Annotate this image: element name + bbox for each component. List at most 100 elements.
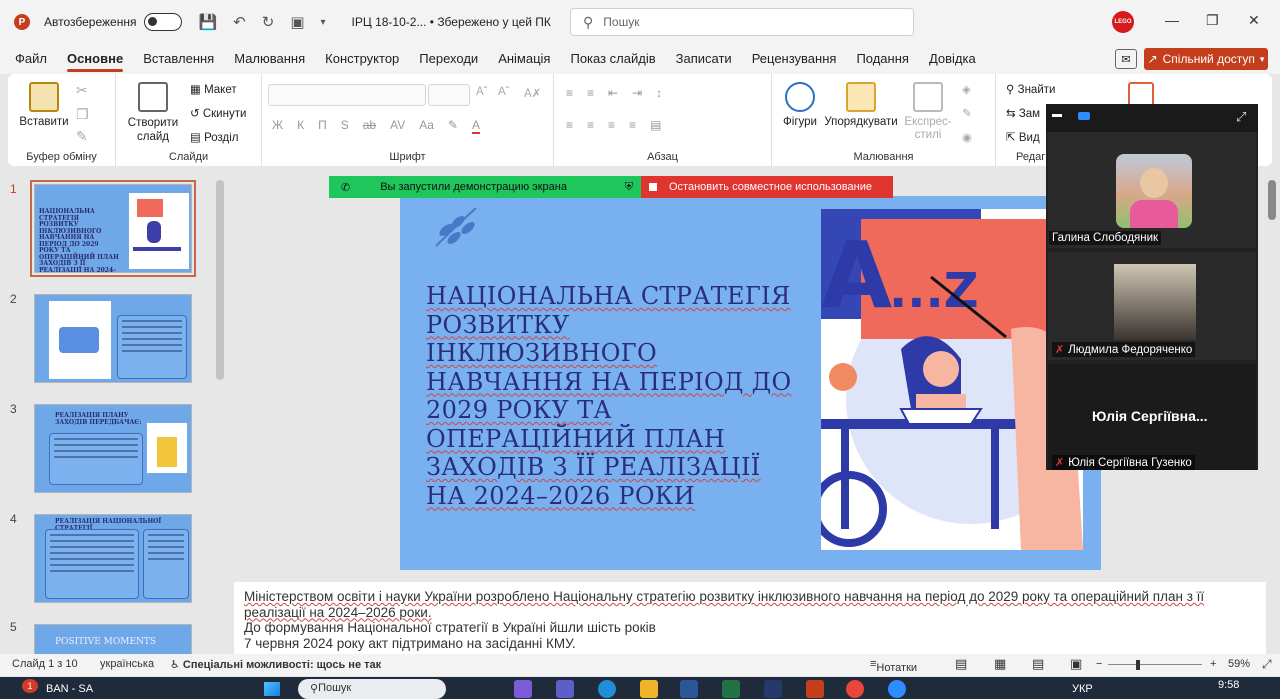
share-button[interactable]: ↗ Спільний доступ ▾ [1144, 48, 1268, 70]
teams-icon[interactable] [556, 680, 574, 698]
video-view-icon[interactable] [1078, 112, 1090, 120]
slideshow-icon[interactable]: ▣ [1070, 656, 1082, 672]
highlight-icon[interactable]: ✎ [448, 118, 458, 134]
language-indicator[interactable]: українська [100, 658, 154, 670]
minimize-icon[interactable]: — [1165, 12, 1179, 28]
clock-time[interactable]: 9:58 [1218, 679, 1239, 691]
copy-icon[interactable]: ❐ [76, 106, 89, 123]
excel-icon[interactable] [722, 680, 740, 698]
bold-button[interactable]: Ж [272, 118, 283, 134]
arrange-button[interactable]: Упорядкувати [824, 82, 898, 128]
grow-font-icon[interactable]: Aˆ [476, 86, 488, 98]
account-avatar[interactable]: LEGO [1112, 11, 1134, 33]
tab-slideshow[interactable]: Показ слайдів [560, 44, 665, 74]
file-explorer-icon[interactable] [640, 680, 658, 698]
participant-tile[interactable]: ✗ Людмила Федоряченко [1048, 252, 1256, 360]
quick-styles-button[interactable]: Експрес-стилі [900, 82, 956, 142]
slide-thumbnail-4[interactable]: РЕАЛІЗАЦІЯ НАЦІОНАЛЬНОЇ СТРАТЕГІЇ [34, 514, 192, 603]
align-center-icon[interactable]: ≡ [587, 118, 594, 132]
zoom-out-icon[interactable]: − [1096, 658, 1102, 670]
align-left-icon[interactable]: ≡ [566, 118, 573, 132]
zoom-slider[interactable] [1108, 664, 1202, 665]
format-painter-icon[interactable]: ✎ [76, 128, 88, 145]
strikethrough-button[interactable]: ab [363, 118, 376, 134]
tab-insert[interactable]: Вставлення [133, 44, 224, 74]
participant-tile[interactable]: Юлія Сергіївна... ✗ Юлія Сергіївна Гузенк… [1048, 364, 1256, 470]
font-color-icon[interactable]: A [471, 118, 480, 134]
tab-help[interactable]: Довідка [919, 44, 986, 74]
document-title[interactable]: ІРЦ 18-10-2... • Збережено у цей ПК [352, 15, 551, 29]
save-icon[interactable]: 💾 [198, 13, 217, 31]
italic-button[interactable]: К [297, 118, 304, 134]
present-icon[interactable]: ▣ [290, 13, 304, 31]
reset-button[interactable]: ↺ Скинути [190, 106, 246, 120]
line-spacing-icon[interactable]: ↕ [656, 86, 662, 100]
accessibility-status[interactable]: ♿ Спеціальні можливості: щось не так [170, 658, 381, 671]
app-icon[interactable] [764, 680, 782, 698]
shape-outline-icon[interactable]: ✎ [962, 106, 972, 120]
justify-icon[interactable]: ≡ [629, 118, 636, 132]
undo-icon[interactable]: ↶ [233, 13, 246, 31]
thumbnails-scrollbar[interactable] [216, 180, 224, 380]
replace-button[interactable]: ⇆ Зам [1006, 106, 1040, 120]
input-language[interactable]: УКР [1072, 683, 1093, 695]
restore-icon[interactable]: ❐ [1206, 12, 1219, 29]
slide-title[interactable]: НАЦІОНАЛЬНА СТРАТЕГІЯ РОЗВИТКУ ІНКЛЮЗИВН… [426, 282, 806, 510]
news-ticker[interactable]: BAN - SA [46, 683, 93, 695]
zoom-level[interactable]: 59% [1228, 658, 1250, 670]
reading-view-icon[interactable]: ▤ [1032, 656, 1044, 672]
cut-icon[interactable]: ✂ [76, 82, 88, 99]
tab-view[interactable]: Подання [846, 44, 919, 74]
section-button[interactable]: ▤ Розділ [190, 130, 239, 144]
slide-thumbnail-1[interactable]: НАЦІОНАЛЬНА СТРАТЕГІЯ РОЗВИТКУ ІНКЛЮЗИВН… [30, 180, 196, 277]
speaker-notes[interactable]: Міністерством освіти і науки України роз… [234, 582, 1266, 654]
align-right-icon[interactable]: ≡ [608, 118, 615, 132]
word-icon[interactable] [680, 680, 698, 698]
underline-button[interactable]: П [318, 118, 327, 134]
slide-sorter-icon[interactable]: ▦ [994, 656, 1006, 672]
shape-fill-icon[interactable]: ◈ [962, 82, 971, 96]
font-size-select[interactable] [428, 84, 470, 106]
decrease-indent-icon[interactable]: ⇤ [608, 86, 618, 100]
shadow-button[interactable]: S [341, 118, 349, 134]
font-family-select[interactable] [268, 84, 426, 106]
taskbar-search[interactable]: ⚲ Пошук [298, 679, 446, 699]
participant-tile[interactable]: Галина Слободяник [1048, 132, 1256, 248]
zoom-in-icon[interactable]: + [1210, 658, 1216, 670]
expand-icon[interactable]: ⤢ [1236, 109, 1246, 125]
tab-home[interactable]: Основне [57, 44, 133, 74]
stop-sharing-button[interactable]: Остановить совместное использование [641, 176, 893, 198]
editor-scrollbar[interactable] [1268, 180, 1276, 220]
copilot-icon[interactable] [514, 680, 532, 698]
new-slide-button[interactable]: Створити слайд [124, 82, 182, 144]
columns-icon[interactable]: ▤ [650, 118, 661, 132]
tab-animations[interactable]: Анімація [488, 44, 560, 74]
edge-icon[interactable] [598, 680, 616, 698]
change-case-button[interactable]: Aa [419, 118, 434, 134]
tab-transitions[interactable]: Переходи [409, 44, 488, 74]
zoom-slider-thumb[interactable] [1136, 660, 1140, 670]
tab-file[interactable]: Файл [5, 44, 57, 74]
slide-thumbnail-2[interactable] [34, 294, 192, 383]
notes-toggle[interactable]: ≡ Нотатки [870, 658, 917, 674]
normal-view-icon[interactable]: ▤ [955, 656, 967, 672]
search-input[interactable]: ⚲ Пошук [570, 8, 914, 36]
clear-format-icon[interactable]: A✗ [524, 86, 541, 100]
spacing-button[interactable]: AV [390, 118, 405, 134]
minimize-panel-icon[interactable] [1052, 114, 1062, 117]
redo-icon[interactable]: ↻ [262, 13, 275, 31]
shrink-font-icon[interactable]: Aˇ [498, 86, 510, 98]
close-icon[interactable]: ✕ [1248, 12, 1260, 29]
shape-effects-icon[interactable]: ◉ [962, 130, 972, 144]
tab-design[interactable]: Конструктор [315, 44, 409, 74]
increase-indent-icon[interactable]: ⇥ [632, 86, 642, 100]
paste-button[interactable]: Вставити [18, 82, 70, 128]
slide-thumbnail-5[interactable]: POSITIVE MOMENTS [34, 624, 192, 654]
start-icon[interactable] [264, 682, 280, 696]
chrome-icon[interactable] [846, 680, 864, 698]
layout-button[interactable]: ▦ Макет [190, 82, 237, 96]
zoom-icon[interactable] [888, 680, 906, 698]
customize-qat-icon[interactable]: ▾ [321, 17, 326, 28]
tab-record[interactable]: Записати [666, 44, 742, 74]
numbering-icon[interactable]: ≡ [587, 86, 594, 100]
